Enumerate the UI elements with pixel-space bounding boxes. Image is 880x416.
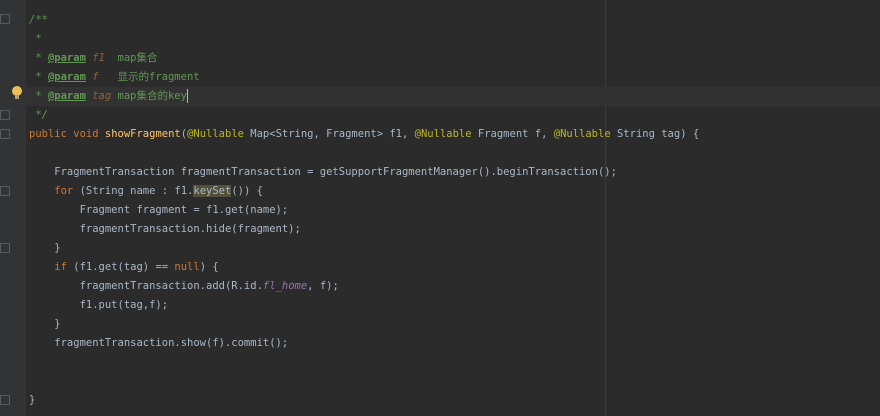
code-line: } bbox=[29, 242, 61, 254]
code-text[interactable]: /** * * @param f1 map集合 * @param f 显示的fr… bbox=[0, 0, 880, 416]
code-line: * @param tag map集合的key bbox=[29, 89, 188, 103]
code-line: fragmentTransaction.show(f).commit(); bbox=[29, 337, 289, 349]
code-line: /** bbox=[29, 14, 48, 26]
code-line: } bbox=[29, 318, 61, 330]
code-line: public void showFragment(@Nullable Map<S… bbox=[29, 128, 700, 140]
text-cursor bbox=[186, 89, 188, 103]
code-line: if (f1.get(tag) == null) { bbox=[29, 261, 219, 273]
code-editor[interactable]: /** * * @param f1 map集合 * @param f 显示的fr… bbox=[0, 0, 880, 416]
code-line: * bbox=[29, 33, 42, 45]
code-line: } bbox=[29, 394, 36, 406]
code-line: for (String name : f1.keySet()) { bbox=[29, 185, 263, 197]
code-line: fragmentTransaction.add(R.id.fl_home, f)… bbox=[29, 280, 339, 292]
code-line: */ bbox=[29, 109, 48, 121]
code-line: * @param f1 map集合 bbox=[29, 52, 158, 64]
code-line: fragmentTransaction.hide(fragment); bbox=[29, 223, 301, 235]
code-line: f1.put(tag,f); bbox=[29, 299, 169, 311]
code-line: * @param f 显示的fragment bbox=[29, 71, 200, 83]
highlighted-symbol: keySet bbox=[193, 185, 232, 197]
code-line: FragmentTransaction fragmentTransaction … bbox=[29, 166, 617, 178]
code-line: Fragment fragment = f1.get(name); bbox=[29, 204, 289, 216]
